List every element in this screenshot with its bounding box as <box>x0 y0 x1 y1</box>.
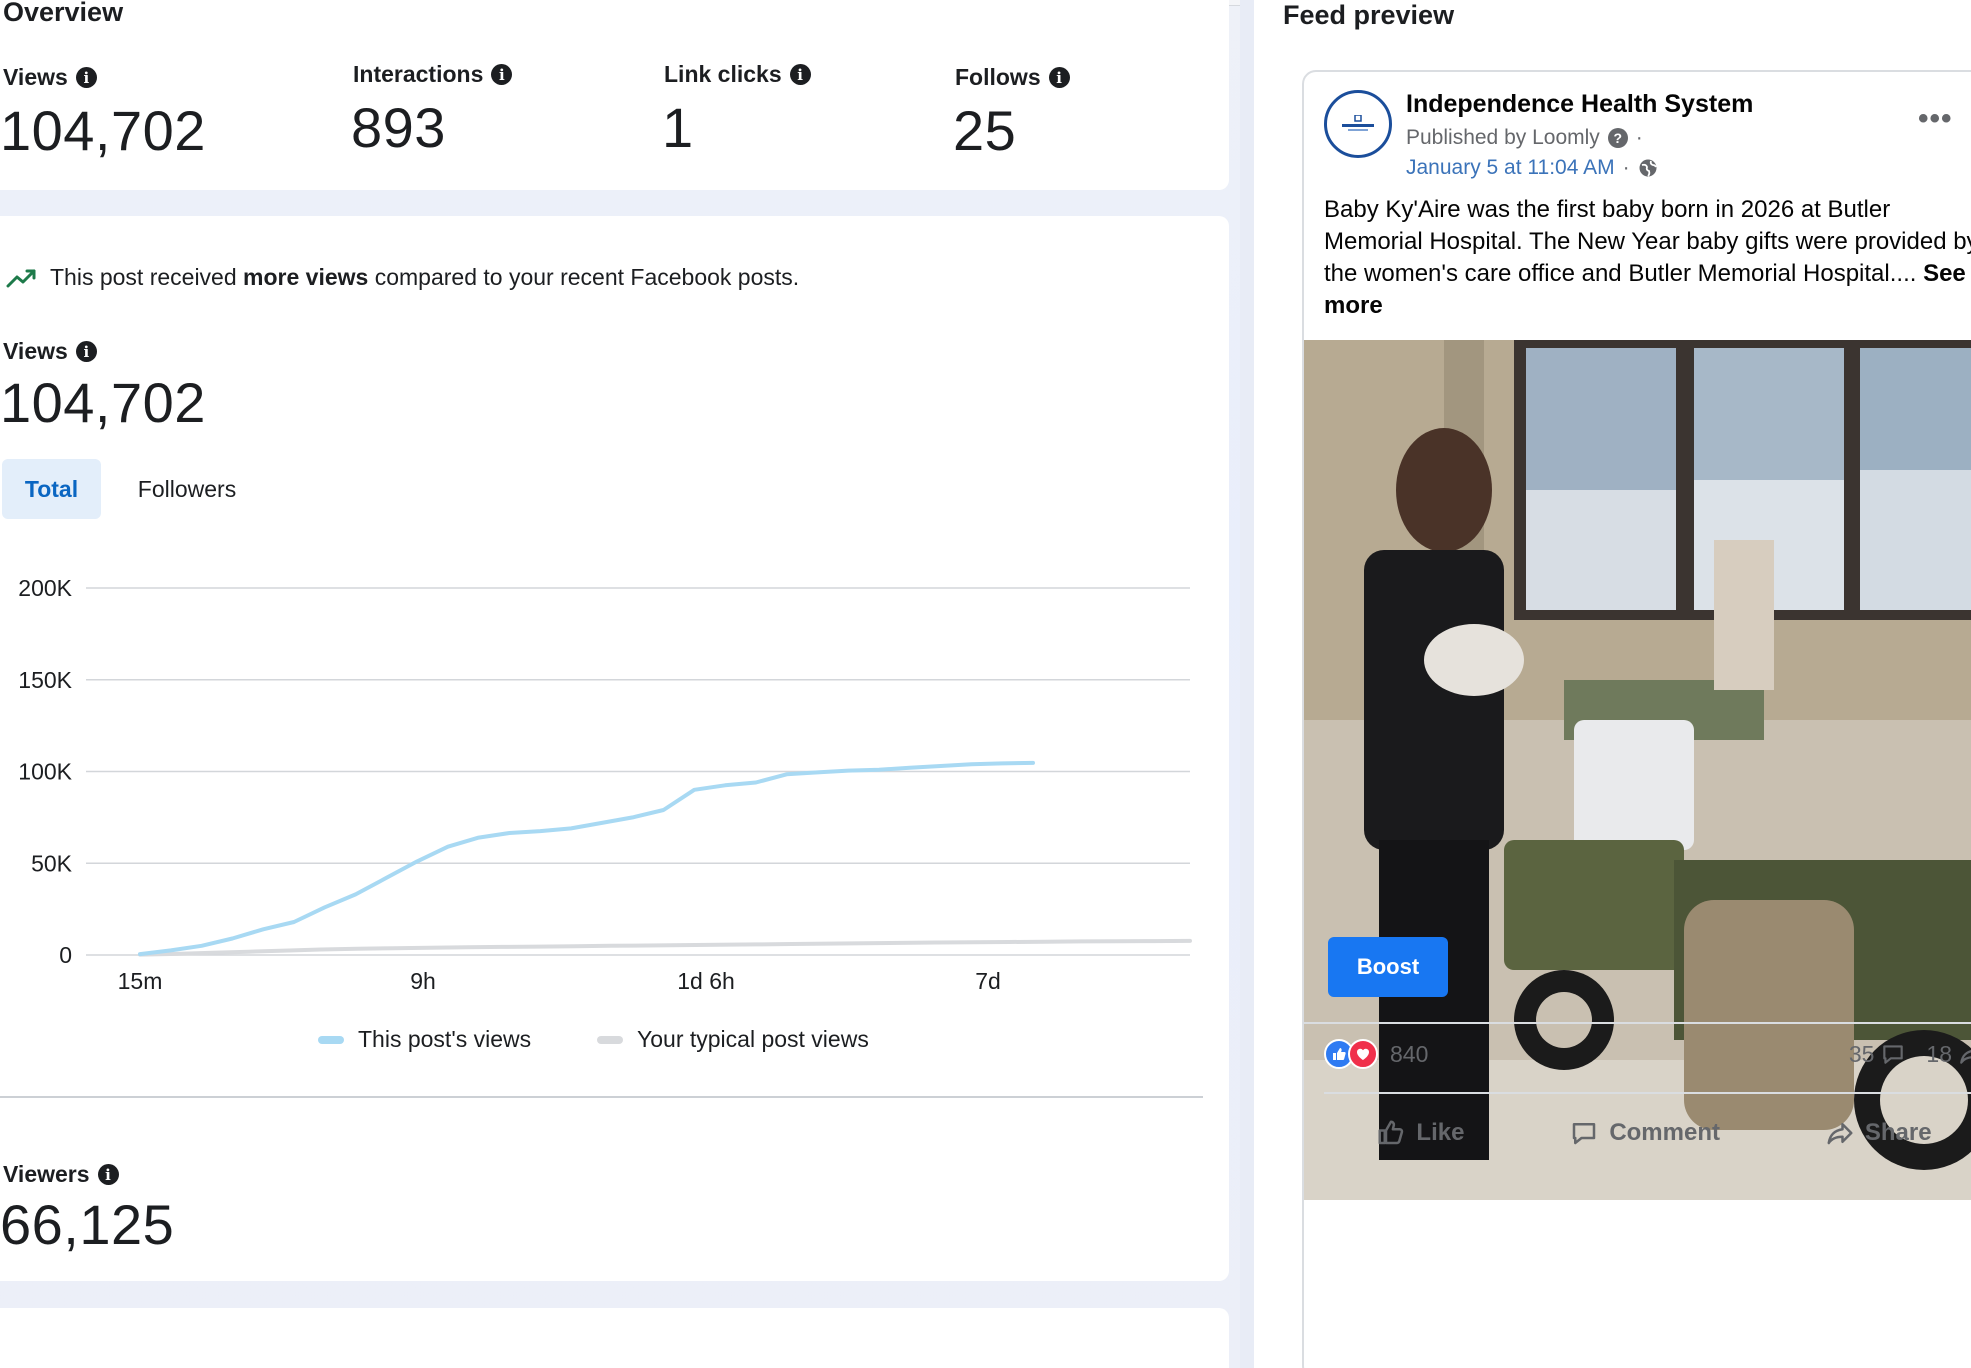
share-button[interactable]: Share <box>1825 1118 1932 1148</box>
views-line-chart: 0 50K 100K 150K 200K 15m 9h 1d 6h 7d <box>18 575 1192 994</box>
dot-separator: · <box>1635 126 1643 149</box>
metric-views-label: Views i <box>3 64 97 91</box>
legend-swatch <box>318 1035 344 1044</box>
comment-icon <box>1573 1123 1596 1145</box>
actions-divider <box>1324 1092 1971 1094</box>
x-tick-label: 7d <box>975 968 1001 994</box>
post-text: Baby Ky'Aire was the first baby born in … <box>1324 194 1971 322</box>
info-icon[interactable]: i <box>97 1164 119 1185</box>
share-icon <box>1960 1050 1971 1064</box>
boost-button[interactable]: Boost <box>1328 937 1448 997</box>
metric-views-value: 104,702 <box>0 99 206 162</box>
legend-swatch <box>597 1035 623 1044</box>
avatar[interactable] <box>1324 90 1392 158</box>
series-line-typical[interactable] <box>138 938 1192 957</box>
x-tick-label: 1d 6h <box>677 968 735 994</box>
metric-label-text: Interactions <box>353 61 484 87</box>
metric-interactions-label: Interactions i <box>353 61 513 88</box>
page-name-link[interactable]: Independence Health System <box>1406 90 1753 119</box>
metric-link-clicks-label: Link clicks i <box>664 61 811 88</box>
feed-preview-title: Feed preview <box>1283 0 1455 30</box>
views-value: 104,702 <box>0 371 206 434</box>
metric-label-text: Follows <box>955 64 1041 90</box>
views-label: Views i <box>3 338 97 365</box>
like-icon <box>1378 1120 1404 1145</box>
globe-icon <box>1639 159 1657 177</box>
overview-title: Overview <box>3 0 124 27</box>
metric-follows-value: 25 <box>953 99 1017 162</box>
comments-count-text: 35 <box>1848 1040 1875 1067</box>
like-button[interactable]: Like <box>1376 1118 1464 1148</box>
tab-followers[interactable]: Followers <box>122 459 252 519</box>
series-line-this-post[interactable] <box>138 760 1035 957</box>
legend-label: This post's views <box>358 1026 532 1052</box>
comment-button[interactable]: Comment <box>1569 1118 1720 1148</box>
info-icon[interactable]: i <box>789 64 811 85</box>
more-icon[interactable]: ••• <box>1918 102 1953 136</box>
legend-this-post[interactable]: This post's views <box>318 1026 531 1053</box>
post-actions: Like Comment Share <box>1324 1108 1971 1158</box>
published-by-line: Published by Loomly ? · <box>1406 126 1643 150</box>
comment-icon <box>1883 1045 1904 1064</box>
y-tick-label: 200K <box>18 575 72 601</box>
x-tick-label: 15m <box>118 968 163 994</box>
y-tick-label: 150K <box>18 667 72 693</box>
trend-up-icon <box>6 269 36 287</box>
share-icon <box>1827 1123 1853 1145</box>
question-icon[interactable]: ? <box>1607 128 1628 148</box>
insight-bold: more views <box>243 264 369 290</box>
share-label: Share <box>1864 1119 1932 1146</box>
viewers-label-text: Viewers <box>3 1161 90 1187</box>
interactions-card <box>0 1308 1229 1368</box>
info-icon[interactable]: i <box>1048 67 1070 88</box>
post-body: Baby Ky'Aire was the first baby born in … <box>1324 196 1971 287</box>
love-reaction-icon <box>1348 1039 1378 1069</box>
independence-logo-icon <box>1342 115 1374 131</box>
post-date-link[interactable]: January 5 at 11:04 AM <box>1406 156 1615 180</box>
reactions-count[interactable]: 840 <box>1390 1041 1428 1068</box>
like-label: Like <box>1416 1119 1465 1146</box>
post-preview: Independence Health System Published by … <box>1302 70 1971 1368</box>
insight-suffix: compared to your recent Facebook posts. <box>374 264 800 290</box>
views-insight: This post received more views compared t… <box>6 264 799 291</box>
y-tick-label: 0 <box>59 942 72 968</box>
metric-interactions-value: 893 <box>351 96 446 159</box>
reactions-row: 840 35 18 <box>1324 1032 1971 1076</box>
dot-separator: · <box>1622 156 1630 179</box>
metric-follows-label: Follows i <box>955 64 1070 91</box>
comments-count[interactable]: 35 <box>1849 1041 1907 1068</box>
post-divider <box>1304 1022 1971 1024</box>
views-label-text: Views <box>3 338 68 364</box>
insight-text: This post received more views compared t… <box>50 264 799 291</box>
metric-link-clicks-value: 1 <box>662 96 694 159</box>
insight-prefix: This post received <box>50 264 237 290</box>
shares-count[interactable]: 18 <box>1926 1041 1971 1068</box>
legend-typical-post[interactable]: Your typical post views <box>597 1026 869 1053</box>
y-tick-label: 100K <box>18 759 72 785</box>
engagement-counts: 35 18 <box>1849 1041 1971 1068</box>
tab-total[interactable]: Total <box>2 459 101 519</box>
metric-label-text: Views <box>3 64 68 90</box>
y-tick-label: 50K <box>31 850 73 876</box>
published-by-text: Published by Loomly <box>1406 126 1600 149</box>
section-divider <box>0 1096 1203 1098</box>
metric-label-text: Link clicks <box>664 61 782 87</box>
info-icon[interactable]: i <box>491 64 513 85</box>
legend-label: Your typical post views <box>637 1026 869 1052</box>
viewers-label: Viewers i <box>3 1161 119 1188</box>
reaction-icons[interactable] <box>1324 1039 1378 1069</box>
shares-count-text: 18 <box>1926 1040 1952 1067</box>
post-date-line: January 5 at 11:04 AM · <box>1406 156 1658 180</box>
info-icon[interactable]: i <box>75 341 97 362</box>
viewers-value: 66,125 <box>0 1193 175 1256</box>
x-tick-label: 9h <box>410 968 436 994</box>
info-icon[interactable]: i <box>75 67 97 88</box>
comment-label: Comment <box>1609 1119 1720 1146</box>
